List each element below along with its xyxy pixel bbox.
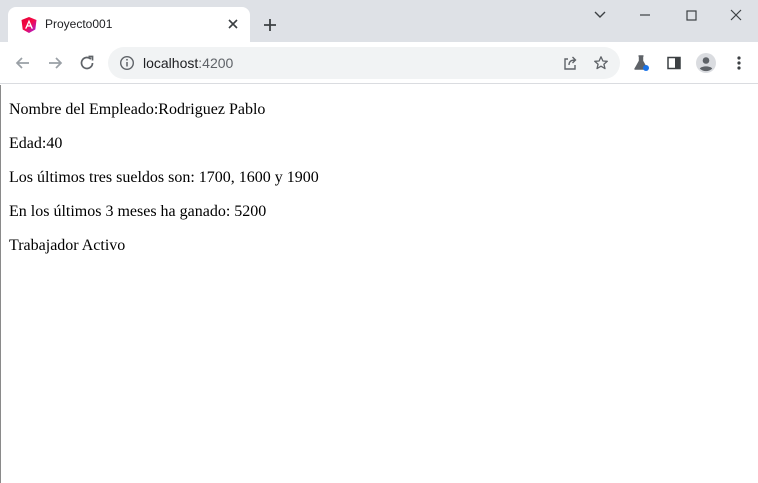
site-info-icon[interactable]: [118, 54, 136, 72]
share-icon[interactable]: [561, 54, 579, 72]
url-port: :4200: [198, 55, 234, 71]
side-panel-icon[interactable]: [662, 51, 686, 75]
bookmark-star-icon[interactable]: [592, 54, 610, 72]
reload-icon[interactable]: [75, 51, 99, 75]
labs-flask-icon[interactable]: [629, 51, 653, 75]
forward-arrow-icon[interactable]: [43, 51, 67, 75]
tab-title: Proyecto001: [45, 17, 113, 31]
tab-strip: Proyecto001: [0, 0, 758, 42]
browser-toolbar: localhost:4200: [0, 42, 758, 84]
close-window-icon[interactable]: [713, 0, 758, 30]
url-host: localhost: [143, 55, 199, 71]
browser-tab[interactable]: Proyecto001: [8, 7, 250, 42]
employee-status: Trabajador Activo: [9, 237, 126, 254]
profile-avatar-icon[interactable]: [694, 51, 718, 75]
back-arrow-icon[interactable]: [11, 51, 35, 75]
employee-name: Nombre del Empleado:Rodriguez Pablo: [9, 101, 266, 118]
last-salaries: Los últimos tres sueldos son: 1700, 1600…: [9, 169, 319, 186]
maximize-icon[interactable]: [668, 0, 714, 30]
tab-search-chevron-icon[interactable]: [577, 0, 623, 30]
employee-age: Edad:40: [9, 135, 63, 152]
earned-total: En los últimos 3 meses ha ganado: 5200: [9, 203, 267, 220]
address-bar[interactable]: localhost:4200: [108, 47, 620, 79]
minimize-icon[interactable]: [622, 0, 668, 30]
close-tab-icon[interactable]: [224, 15, 242, 33]
new-tab-icon[interactable]: [259, 14, 281, 36]
angular-icon: [20, 16, 38, 34]
url-text[interactable]: localhost:4200: [143, 55, 233, 71]
kebab-menu-icon[interactable]: [727, 51, 751, 75]
page-content: Nombre del Empleado:Rodriguez Pablo Edad…: [0, 85, 758, 483]
